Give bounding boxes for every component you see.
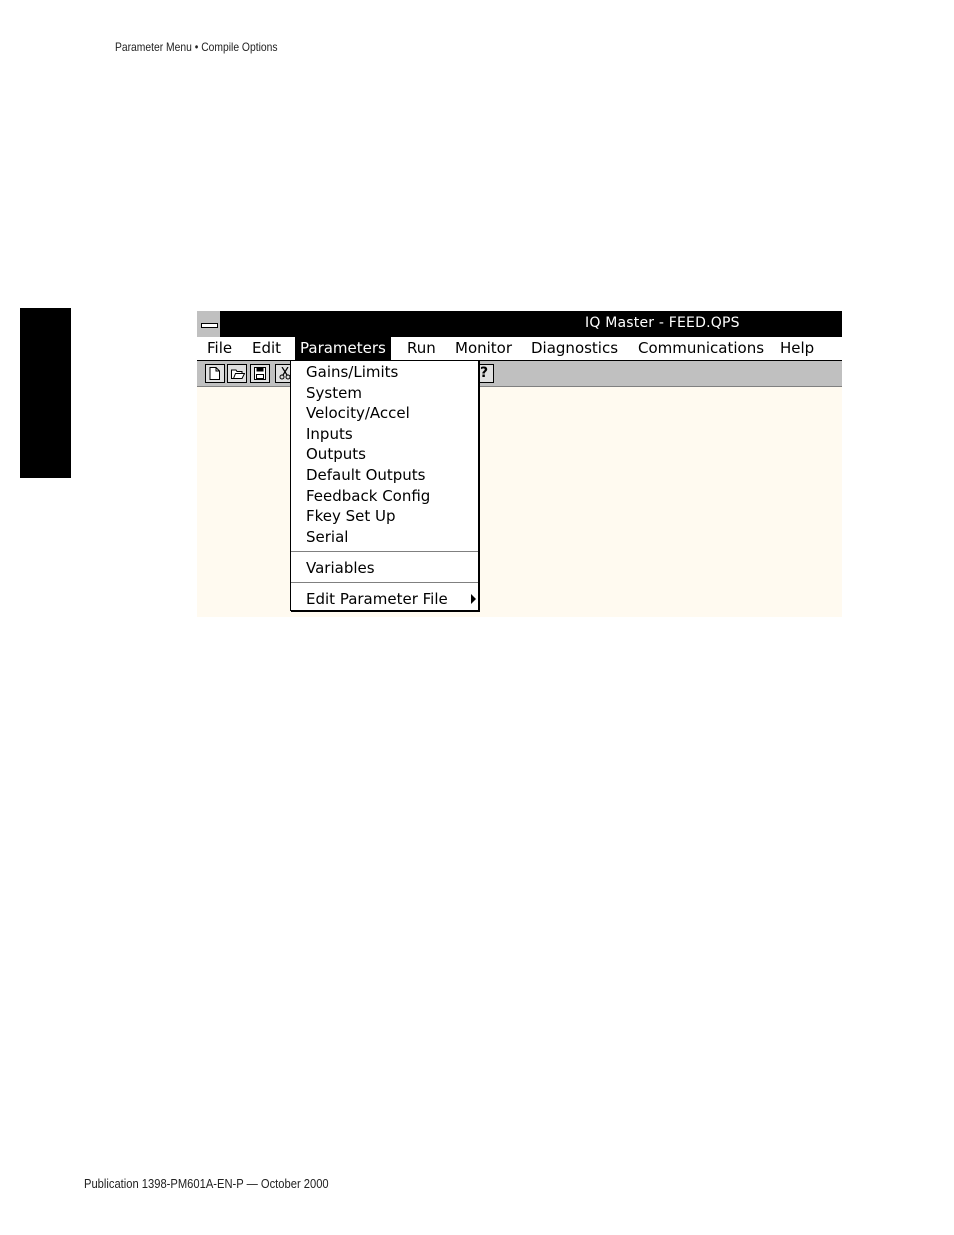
menu-run[interactable]: Run — [402, 337, 441, 360]
menu-item-default-outputs[interactable]: Default Outputs — [306, 465, 426, 485]
title-bar: IQ Master - FEED.QPS — [197, 311, 842, 337]
menu-item-system[interactable]: System — [306, 383, 362, 403]
menu-item-serial[interactable]: Serial — [306, 527, 348, 547]
save-icon — [254, 367, 266, 380]
submenu-arrow-icon — [471, 594, 476, 604]
parameters-dropdown-menu: Gains/Limits System Velocity/Accel Input… — [290, 360, 479, 611]
menu-item-feedback-config[interactable]: Feedback Config — [306, 486, 430, 506]
menu-bar: File Edit Parameters Run Monitor Diagnos… — [197, 337, 842, 361]
menu-help[interactable]: Help — [775, 337, 819, 360]
menu-item-outputs[interactable]: Outputs — [306, 444, 366, 464]
window-title: IQ Master - FEED.QPS — [585, 315, 740, 331]
new-file-button[interactable] — [205, 364, 225, 383]
side-tab-marker — [20, 308, 71, 478]
system-menu-icon — [201, 323, 218, 328]
menu-item-velocity-accel[interactable]: Velocity/Accel — [306, 403, 410, 423]
open-file-button[interactable] — [227, 364, 247, 383]
iq-master-window: IQ Master - FEED.QPS File Edit Parameter… — [197, 311, 842, 617]
menu-edit[interactable]: Edit — [247, 337, 286, 360]
menu-separator — [291, 582, 478, 583]
menu-item-inputs[interactable]: Inputs — [306, 424, 353, 444]
menu-item-fkey-set-up[interactable]: Fkey Set Up — [306, 506, 396, 526]
help-icon: ? — [479, 365, 489, 381]
menu-parameters[interactable]: Parameters — [295, 337, 391, 360]
menu-file[interactable]: File — [202, 337, 237, 360]
menu-separator — [291, 551, 478, 552]
menu-communications[interactable]: Communications — [633, 337, 769, 360]
page-header: Parameter Menu • Compile Options — [115, 40, 278, 54]
menu-item-variables[interactable]: Variables — [306, 558, 375, 578]
open-folder-icon — [231, 369, 245, 379]
page-footer: Publication 1398-PM601A-EN-P — October 2… — [84, 1176, 329, 1191]
save-button[interactable] — [250, 364, 270, 383]
system-menu-button[interactable] — [197, 311, 221, 337]
new-file-icon — [209, 367, 220, 380]
menu-item-edit-parameter-file[interactable]: Edit Parameter File — [306, 589, 448, 609]
menu-item-gains-limits[interactable]: Gains/Limits — [306, 362, 398, 382]
menu-diagnostics[interactable]: Diagnostics — [526, 337, 623, 360]
menu-monitor[interactable]: Monitor — [450, 337, 517, 360]
